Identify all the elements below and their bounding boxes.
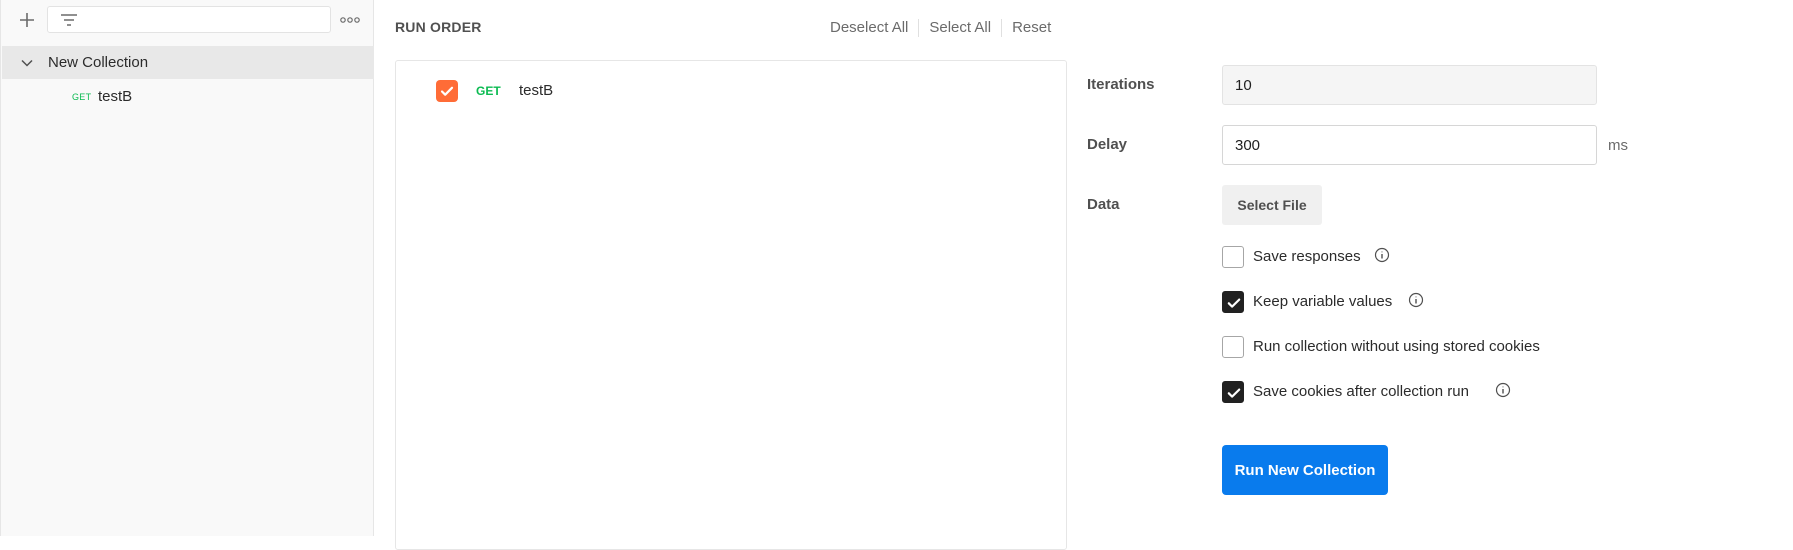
info-icon[interactable]: [1374, 247, 1390, 263]
deselect-all-button[interactable]: Deselect All: [820, 18, 918, 38]
iterations-input[interactable]: [1222, 65, 1597, 105]
keep-variable-values-checkbox[interactable]: [1222, 291, 1244, 313]
sidebar: New Collection GET testB: [0, 0, 374, 536]
chevron-down-icon[interactable]: [20, 56, 34, 70]
add-icon[interactable]: [15, 8, 39, 32]
info-icon[interactable]: [1495, 382, 1511, 398]
save-responses-checkbox[interactable]: [1222, 246, 1244, 268]
request-name: testB: [98, 88, 133, 105]
option-label: Keep variable values: [1253, 293, 1393, 310]
info-icon[interactable]: [1408, 292, 1424, 308]
run-order-title: RUN ORDER: [395, 19, 482, 35]
more-options-icon[interactable]: [339, 10, 361, 30]
save-cookies-checkbox[interactable]: [1222, 381, 1244, 403]
option-label: Save responses: [1253, 248, 1361, 265]
run-order-actions: Deselect All Select All Reset: [820, 18, 1061, 38]
iterations-label: Iterations: [1087, 76, 1155, 93]
sidebar-search[interactable]: [47, 6, 331, 33]
option-label: Run collection without using stored cook…: [1253, 338, 1540, 355]
select-file-button[interactable]: Select File: [1222, 185, 1322, 225]
sidebar-request-item[interactable]: GET testB: [2, 81, 374, 113]
reset-button[interactable]: Reset: [1002, 18, 1061, 38]
collection-name: New Collection: [48, 54, 149, 71]
delay-label: Delay: [1087, 136, 1128, 153]
sidebar-toolbar: [1, 0, 374, 40]
request-method-badge: GET: [476, 84, 501, 98]
option-label: Save cookies after collection run: [1253, 383, 1469, 400]
data-label: Data: [1087, 196, 1120, 213]
request-name: testB: [519, 82, 554, 99]
run-without-cookies-checkbox[interactable]: [1222, 336, 1244, 358]
search-input[interactable]: [88, 9, 328, 32]
collection-row[interactable]: New Collection: [2, 46, 374, 79]
run-order-item-checkbox[interactable]: [436, 80, 458, 102]
delay-unit: ms: [1608, 137, 1628, 154]
filter-icon[interactable]: [60, 12, 78, 28]
run-order-list: GET testB: [395, 60, 1067, 550]
run-order-item[interactable]: GET testB: [396, 61, 1066, 121]
run-collection-button[interactable]: Run New Collection: [1222, 445, 1388, 495]
select-all-button[interactable]: Select All: [919, 18, 1001, 38]
delay-input[interactable]: [1222, 125, 1597, 165]
request-method-badge: GET: [72, 92, 92, 102]
